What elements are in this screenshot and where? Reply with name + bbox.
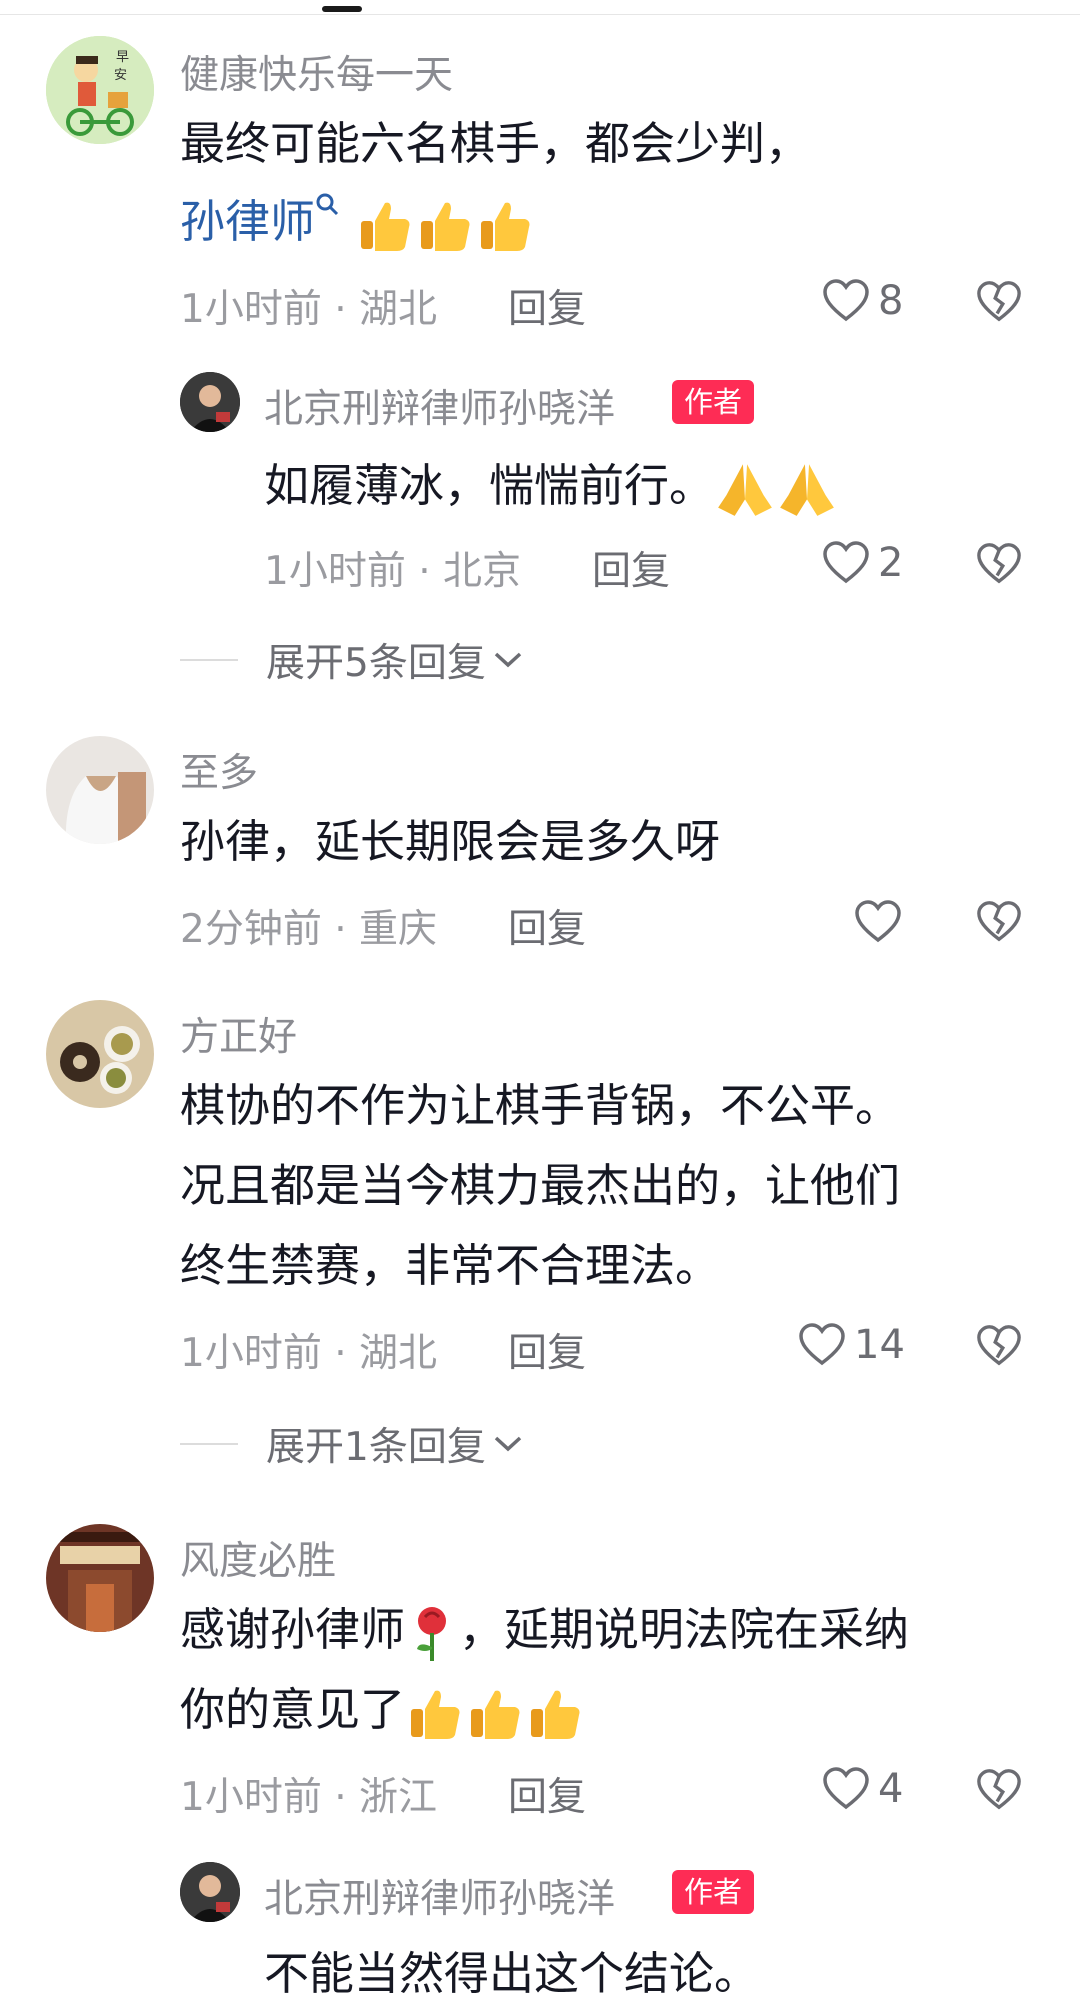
broken-heart-icon	[977, 543, 1021, 584]
heart-icon	[799, 1323, 845, 1366]
comment-text-line: 棋协的不作为让棋手背锅，不公平。	[180, 1079, 901, 1132]
avatar-illustration	[46, 36, 154, 144]
thumbs-up-emoji	[421, 202, 470, 251]
heart-icon	[823, 279, 869, 322]
reply-time-location: 1小时前 · 北京	[264, 549, 522, 594]
broken-heart-icon	[977, 281, 1021, 322]
reply-username[interactable]: 北京刑辩律师孙晓洋	[264, 378, 615, 434]
avatar-text: 早	[116, 50, 130, 65]
broken-heart-icon	[977, 901, 1021, 942]
broken-heart-icon	[977, 1769, 1021, 1810]
comment-time-location: 1小时前 · 浙江	[180, 1775, 438, 1820]
chevron-down-icon	[494, 652, 522, 668]
comment-text-line: ，延期说明法院在采纳	[459, 1603, 910, 1656]
expand-replies-label: 展开1条回复	[266, 1425, 486, 1470]
like-button[interactable]: 2	[822, 540, 903, 586]
praying-hands-emoji	[718, 464, 772, 516]
comment-text: 感谢孙律师 ，延期说明法院在采纳	[180, 1590, 909, 1670]
comment-username[interactable]: 方正好	[180, 1006, 297, 1062]
avatar-photo	[46, 1000, 154, 1108]
avatar-text: 安	[114, 68, 128, 83]
comment-text-line: 最终可能六名棋手，都会少判，	[180, 117, 811, 170]
like-button[interactable]: 8	[822, 278, 903, 324]
heart-icon	[823, 1767, 869, 1810]
dislike-button[interactable]	[976, 1768, 1022, 1816]
reply-button[interactable]: 回复	[592, 540, 670, 596]
comment-username[interactable]: 健康快乐每一天	[180, 44, 453, 100]
reply-text-line: 如履薄冰，惴惴前行。	[264, 459, 715, 512]
comment-time-location: 2分钟前 · 重庆	[180, 907, 438, 952]
mention-link[interactable]: 孙律师	[180, 195, 315, 248]
expand-divider	[180, 1443, 238, 1445]
comment-text-line: 感谢孙律师	[180, 1603, 406, 1656]
avatar-photo	[180, 372, 240, 432]
dislike-button[interactable]	[976, 542, 1022, 590]
avatar[interactable]	[46, 736, 154, 844]
dislike-button[interactable]	[976, 1324, 1022, 1372]
thumbs-up-emoji	[361, 202, 410, 251]
heart-icon	[823, 541, 869, 584]
avatar[interactable]	[46, 1000, 154, 1108]
thumbs-up-emoji	[531, 1690, 580, 1739]
expand-replies-label: 展开5条回复	[266, 641, 486, 686]
thumbs-up-emoji	[411, 1690, 460, 1739]
expand-divider	[180, 659, 238, 661]
reply-text: 不能当然得出这个结论。	[264, 1947, 760, 2000]
avatar-photo	[46, 736, 154, 844]
sheet-header	[0, 0, 1080, 20]
drag-handle[interactable]	[322, 6, 362, 12]
comment-text-line: 你的意见了	[180, 1683, 406, 1736]
like-count: 14	[854, 1322, 905, 1368]
like-button[interactable]	[854, 900, 902, 944]
header-divider	[0, 14, 1080, 15]
expand-replies[interactable]: 展开5条回复	[180, 632, 524, 688]
author-badge: 作者	[672, 1870, 755, 1914]
heart-icon	[855, 900, 901, 943]
comment-text: 孙律，延长期限会是多久呀	[180, 802, 720, 882]
comment-text: 孙律师	[180, 182, 535, 262]
avatar-photo	[180, 1862, 240, 1922]
reply-text: 如履薄冰，惴惴前行。	[264, 446, 838, 526]
like-button[interactable]: 14	[798, 1322, 905, 1368]
author-badge: 作者	[672, 380, 755, 424]
comment-time-location: 1小时前 · 湖北	[180, 287, 438, 332]
expand-replies[interactable]: 展开1条回复	[180, 1416, 524, 1472]
reply-username[interactable]: 北京刑辩律师孙晓洋	[264, 1868, 615, 1924]
comment-text: 你的意见了	[180, 1670, 585, 1750]
like-count: 2	[878, 540, 904, 586]
like-count: 4	[878, 1766, 904, 1812]
reply-button[interactable]: 回复	[508, 1766, 586, 1822]
dislike-button[interactable]	[976, 900, 1022, 948]
avatar[interactable]	[180, 1862, 240, 1922]
avatar-photo	[46, 1524, 154, 1632]
comment-username[interactable]: 风度必胜	[180, 1530, 336, 1586]
comment-text-line: 终生禁赛，非常不合理法。	[180, 1239, 721, 1292]
search-icon[interactable]	[315, 192, 341, 218]
chevron-down-icon	[494, 1436, 522, 1452]
comment-text: 最终可能六名棋手，都会少判，	[180, 104, 810, 184]
avatar[interactable]	[180, 372, 240, 432]
like-button[interactable]: 4	[822, 1766, 903, 1812]
avatar[interactable]: 早 安	[46, 36, 154, 144]
comment-text-line: 孙律，延长期限会是多久呀	[180, 815, 721, 868]
broken-heart-icon	[977, 1325, 1021, 1366]
reply-button[interactable]: 回复	[508, 278, 586, 334]
thumbs-up-emoji	[481, 202, 530, 251]
like-count: 8	[878, 278, 904, 324]
thumbs-up-emoji	[471, 1690, 520, 1739]
comment-username[interactable]: 至多	[180, 742, 258, 798]
reply-button[interactable]: 回复	[508, 898, 586, 954]
comment-time-location: 1小时前 · 湖北	[180, 1331, 438, 1376]
avatar[interactable]	[46, 1524, 154, 1632]
rose-emoji	[417, 1607, 447, 1661]
comment-text-line: 况且都是当今棋力最杰出的，让他们	[180, 1159, 901, 1212]
reply-button[interactable]: 回复	[508, 1322, 586, 1378]
praying-hands-emoji	[780, 464, 834, 516]
dislike-button[interactable]	[976, 280, 1022, 328]
